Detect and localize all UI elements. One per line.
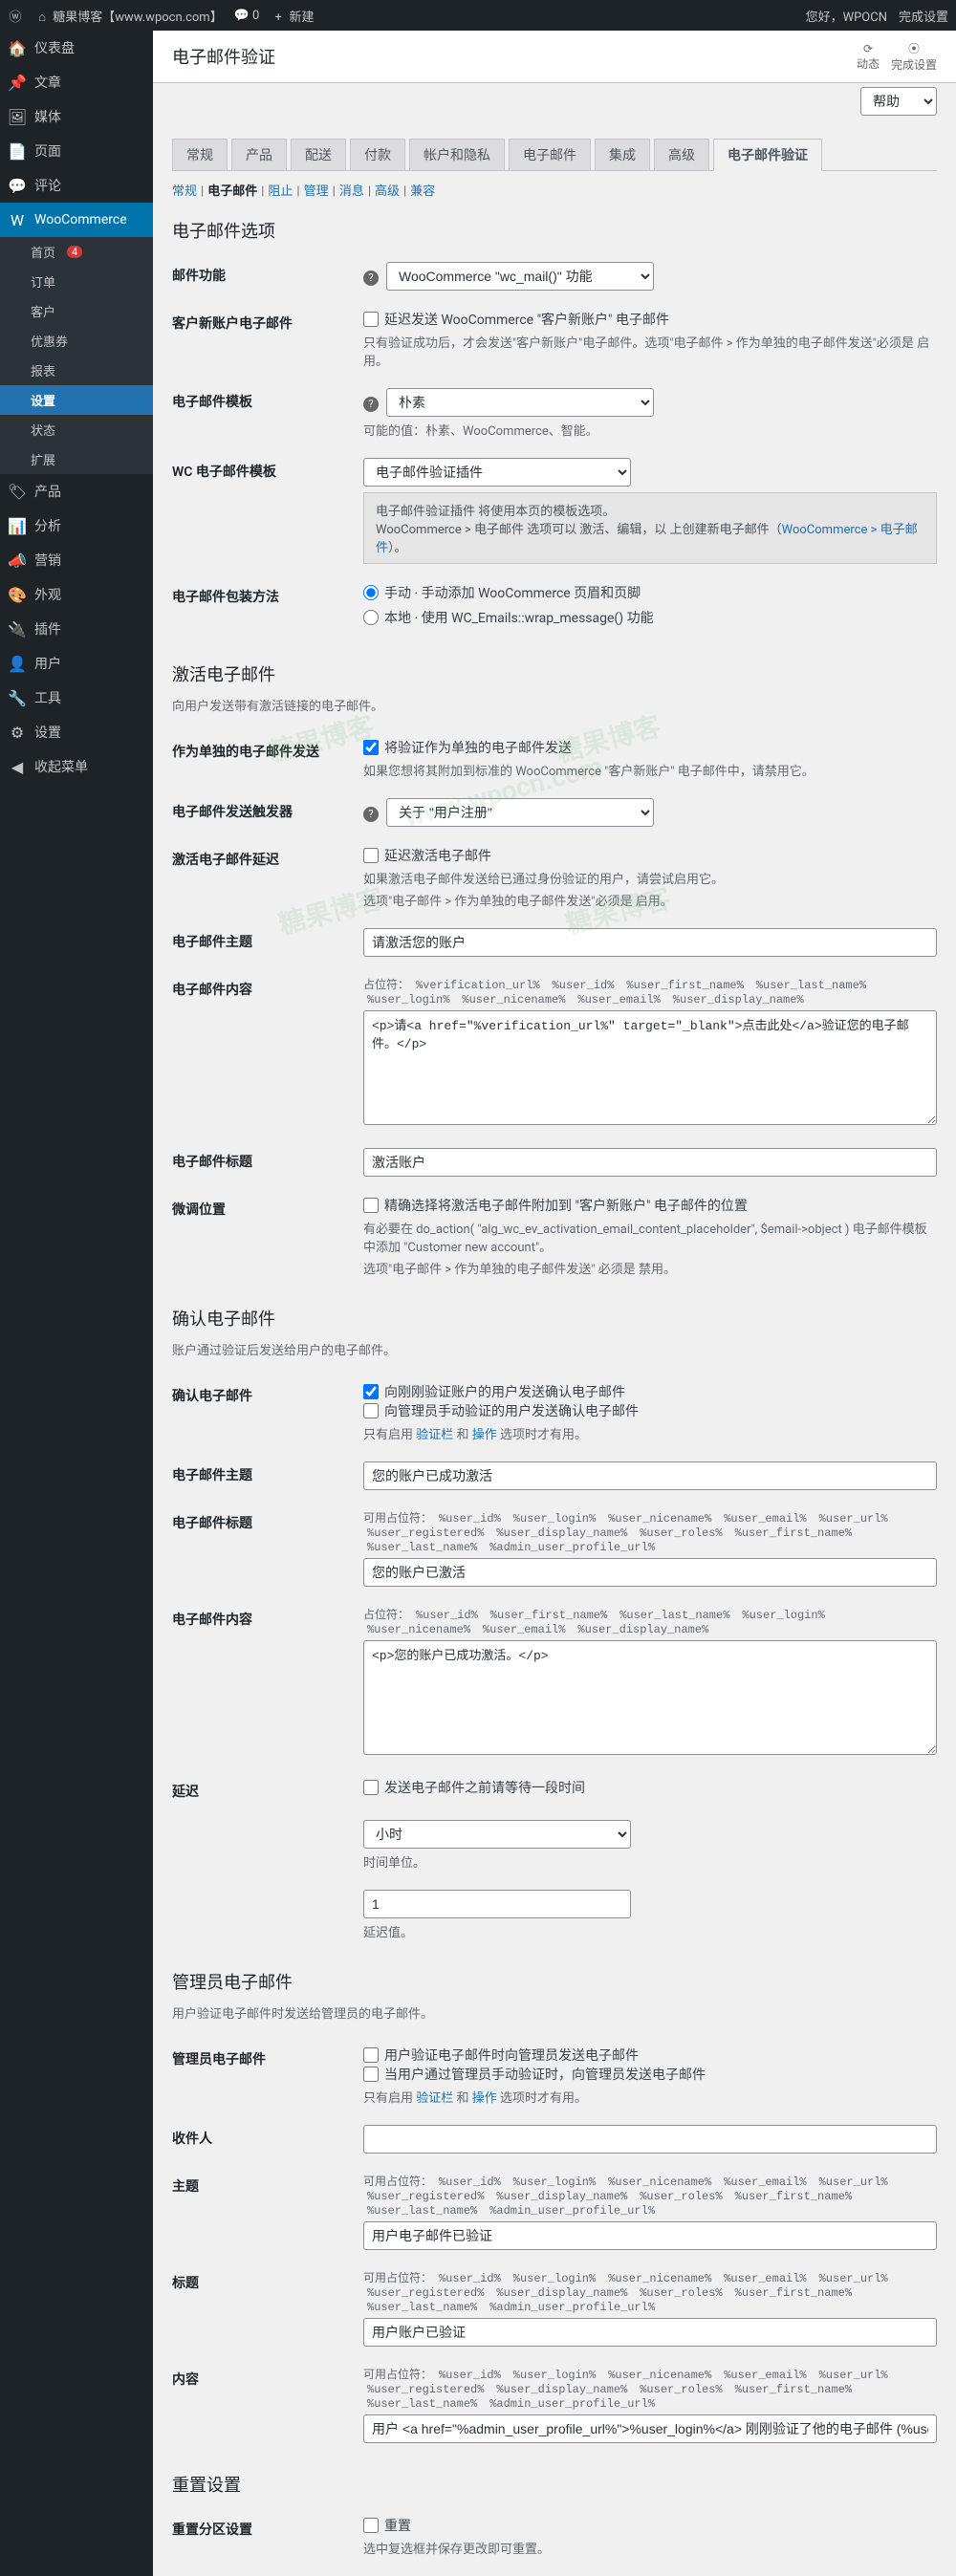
- nav-tab-3[interactable]: 付款: [350, 139, 405, 170]
- admin-menu: 🏠仪表盘 📌文章 🖼媒体 📄页面 💬评论 WWooCommerce 首页4 订单…: [0, 31, 153, 2576]
- menu-collapse[interactable]: ◀收起菜单: [0, 749, 153, 784]
- email-function-select[interactable]: WooCommerce "wc_mail()" 功能: [386, 262, 654, 291]
- menu-posts[interactable]: 📌文章: [0, 65, 153, 99]
- delay-activation-checkbox[interactable]: [363, 848, 379, 863]
- email-template-select[interactable]: 朴素: [386, 388, 654, 417]
- submenu-reports[interactable]: 报表: [0, 356, 153, 385]
- action-link[interactable]: 操作: [472, 1428, 497, 1442]
- nav-tab-7[interactable]: 高级: [654, 139, 709, 170]
- site-link[interactable]: ⌂ 糖果博客【www.wpocn.com】: [34, 7, 223, 25]
- menu-comments[interactable]: 💬评论: [0, 168, 153, 203]
- submenu-extensions[interactable]: 扩展: [0, 444, 153, 474]
- sub-nav-2[interactable]: 阻止: [268, 184, 293, 199]
- admin-subject-input[interactable]: [363, 2221, 937, 2250]
- submenu-orders[interactable]: 订单: [0, 267, 153, 296]
- menu-plugins[interactable]: 🔌插件: [0, 612, 153, 646]
- menu-marketing[interactable]: 📣营销: [0, 543, 153, 577]
- menu-users[interactable]: 👤用户: [0, 646, 153, 681]
- submenu-coupons[interactable]: 优惠券: [0, 326, 153, 356]
- verify-col-link2[interactable]: 验证栏: [416, 2091, 453, 2106]
- admin-heading-input[interactable]: [363, 2318, 937, 2347]
- help-icon: ?: [363, 397, 379, 412]
- menu-woocommerce[interactable]: WWooCommerce 首页4 订单 客户 优惠券 报表 设置 状态 扩展: [0, 203, 153, 474]
- admin-toolbar: ⓦ ⌂ 糖果博客【www.wpocn.com】 💬 0 + 新建 您好，WPOC…: [0, 0, 956, 31]
- nav-tab-5[interactable]: 电子邮件: [509, 139, 591, 170]
- confirm-user-checkbox[interactable]: [363, 1384, 379, 1399]
- sub-nav-1[interactable]: 电子邮件: [207, 184, 257, 199]
- admin-recipient-input[interactable]: [363, 2125, 937, 2154]
- section-activation: 激活电子邮件: [172, 661, 937, 686]
- wc-template-info: 电子邮件验证插件 将使用本页的模板选项。 WooCommerce > 电子邮件 …: [363, 492, 937, 564]
- wrap-local-radio[interactable]: [363, 610, 379, 625]
- nav-tab-6[interactable]: 集成: [595, 139, 650, 170]
- section-confirmation: 确认电子邮件: [172, 1306, 937, 1331]
- delay-new-account-checkbox[interactable]: [363, 312, 379, 327]
- admin-content-input[interactable]: [363, 2414, 937, 2443]
- action-link2[interactable]: 操作: [472, 2091, 497, 2106]
- wc-email-template-select[interactable]: 电子邮件验证插件: [363, 458, 631, 487]
- section-admin: 管理员电子邮件: [172, 1969, 937, 1994]
- confirm-delay-checkbox[interactable]: [363, 1780, 379, 1795]
- menu-appearance[interactable]: 🎨外观: [0, 577, 153, 612]
- reset-checkbox[interactable]: [363, 2518, 379, 2533]
- comments-link[interactable]: 💬 0: [234, 9, 260, 23]
- section-email-options: 电子邮件选项: [172, 218, 937, 243]
- admin-manual-checkbox[interactable]: [363, 2067, 379, 2082]
- nav-tab-8[interactable]: 电子邮件验证: [713, 139, 822, 171]
- setup-link[interactable]: 完成设置: [899, 7, 948, 25]
- menu-analytics[interactable]: 📊分析: [0, 509, 153, 543]
- confirm-content-textarea[interactable]: <p>您的账户已成功激活。</p>: [363, 1640, 937, 1755]
- section-reset: 重置设置: [172, 2472, 937, 2497]
- activity-link[interactable]: ⟳动态: [857, 42, 880, 72]
- content-area: 糖果博客 糖果博客 www.wpocn.com 糖果博客 糖果博客 电子邮件验证…: [153, 31, 956, 2576]
- confirm-subject-input[interactable]: [363, 1461, 937, 1490]
- submenu-home[interactable]: 首页4: [0, 237, 153, 267]
- delay-value-input[interactable]: [363, 1890, 631, 1918]
- confirm-admin-checkbox[interactable]: [363, 1403, 379, 1418]
- sub-nav-3[interactable]: 管理: [304, 184, 329, 199]
- send-separate-checkbox[interactable]: [363, 740, 379, 755]
- nav-tab-0[interactable]: 常规: [172, 139, 228, 170]
- sub-nav-0[interactable]: 常规: [172, 184, 197, 199]
- sub-nav: 常规|电子邮件|阻止|管理|消息|高级|兼容: [172, 181, 937, 199]
- new-link[interactable]: + 新建: [271, 7, 314, 25]
- wrap-manual-radio[interactable]: [363, 585, 379, 600]
- menu-pages[interactable]: 📄页面: [0, 134, 153, 168]
- confirm-heading-input[interactable]: [363, 1558, 937, 1587]
- verify-col-link[interactable]: 验证栏: [416, 1428, 453, 1442]
- help-icon: ?: [363, 807, 379, 822]
- nav-tab-1[interactable]: 产品: [231, 139, 287, 170]
- nav-tab-2[interactable]: 配送: [291, 139, 346, 170]
- setup-link2[interactable]: ⦿完成设置: [891, 40, 937, 73]
- menu-products[interactable]: 🏷产品: [0, 474, 153, 509]
- activation-content-textarea[interactable]: <p>请<a href="%verification_url%" target=…: [363, 1010, 937, 1125]
- sub-nav-4[interactable]: 消息: [339, 184, 364, 199]
- menu-media[interactable]: 🖼媒体: [0, 99, 153, 134]
- sub-nav-5[interactable]: 高级: [375, 184, 400, 199]
- submenu-settings[interactable]: 设置: [0, 385, 153, 415]
- help-icon: ?: [363, 271, 379, 286]
- page-title: 电子邮件验证: [172, 44, 275, 69]
- nav-tabs: 常规产品配送付款帐户和隐私电子邮件集成高级电子邮件验证: [172, 139, 937, 171]
- delay-unit-select[interactable]: 小时: [363, 1820, 631, 1849]
- submenu-customers[interactable]: 客户: [0, 296, 153, 326]
- admin-email-checkbox[interactable]: [363, 2047, 379, 2063]
- fine-tune-checkbox[interactable]: [363, 1198, 379, 1213]
- menu-settings[interactable]: ⚙设置: [0, 715, 153, 749]
- submenu-status[interactable]: 状态: [0, 415, 153, 444]
- activation-heading-input[interactable]: [363, 1148, 937, 1177]
- nav-tab-4[interactable]: 帐户和隐私: [409, 139, 505, 170]
- help-dropdown[interactable]: 帮助: [860, 87, 937, 116]
- activation-subject-input[interactable]: [363, 928, 937, 957]
- menu-dashboard[interactable]: 🏠仪表盘: [0, 31, 153, 65]
- wp-logo[interactable]: ⓦ: [8, 7, 23, 25]
- email-trigger-select[interactable]: 关于 "用户注册": [386, 798, 654, 827]
- menu-tools[interactable]: 🔧工具: [0, 681, 153, 715]
- howdy-link[interactable]: 您好，WPOCN: [806, 7, 887, 25]
- sub-nav-6[interactable]: 兼容: [410, 184, 435, 199]
